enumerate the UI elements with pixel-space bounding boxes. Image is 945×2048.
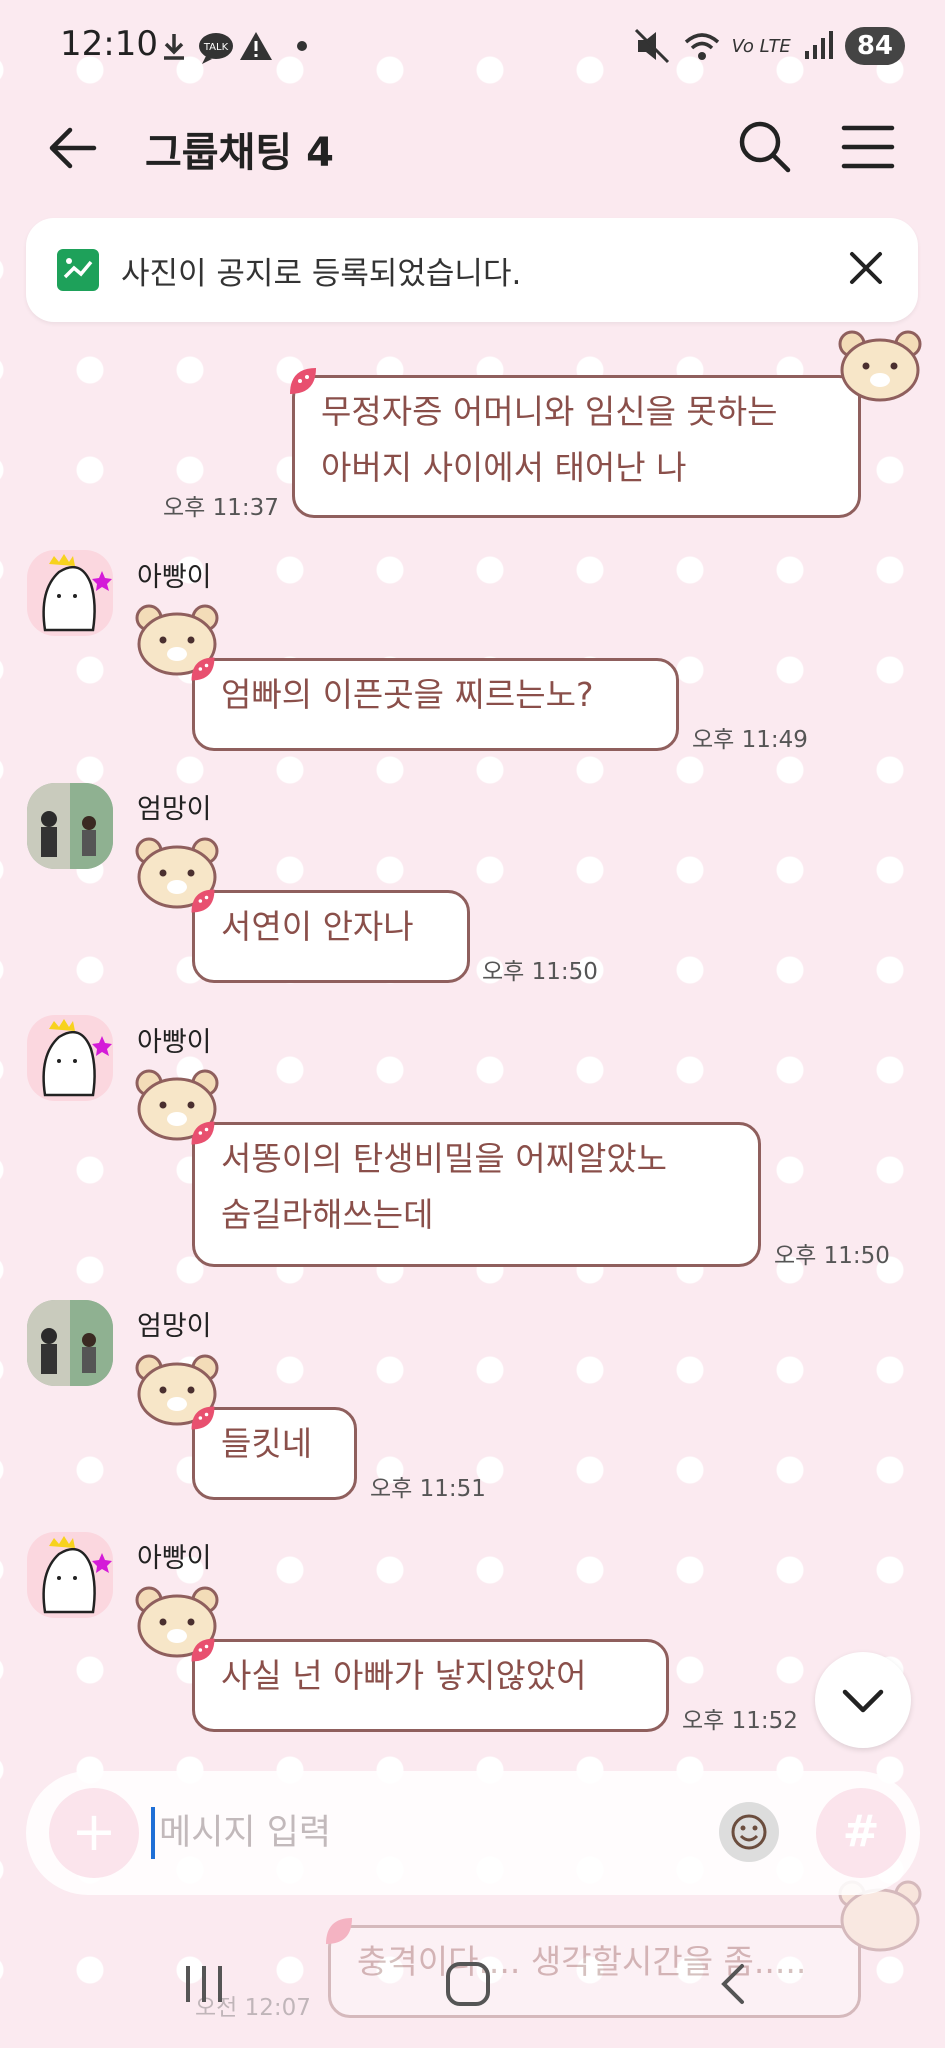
signal-icon xyxy=(804,31,833,59)
message-input-bar: + # xyxy=(26,1771,920,1895)
message-time: 오후 11:52 xyxy=(682,1708,798,1734)
photo-avatar-icon xyxy=(27,1300,113,1386)
message-line: 사실 넌 아빠가 낳지않았어 xyxy=(221,1656,587,1695)
scroll-to-bottom-button[interactable] xyxy=(815,1652,911,1748)
message-line: 숨길라해쓰는데 xyxy=(221,1195,434,1234)
mute-icon xyxy=(634,28,669,64)
volte-indicator: Vo LTE xyxy=(731,35,791,57)
message-time: 오후 11:49 xyxy=(692,727,808,753)
menu-button[interactable] xyxy=(840,122,896,176)
bear-sticker-icon xyxy=(838,330,922,402)
hashtag-button[interactable]: # xyxy=(816,1788,906,1878)
system-nav-bar xyxy=(0,1920,945,2048)
sender-name: 엄망이 xyxy=(137,1311,212,1342)
message-time: 오후 11:50 xyxy=(482,959,598,985)
status-notification-icons: TALK xyxy=(160,28,310,72)
message-time: 오후 11:51 xyxy=(370,1476,486,1502)
notice-banner[interactable]: 사진이 공지로 등록되었습니다. xyxy=(26,218,918,322)
chat-header: 그룹채팅 4 xyxy=(0,90,945,220)
message-bubble[interactable]: 서연이 안자나 xyxy=(192,890,470,983)
chat-title: 그룹채팅 4 xyxy=(145,130,334,176)
ghost-avatar-icon xyxy=(42,1019,112,1097)
sender-name: 아빵이 xyxy=(137,1543,212,1574)
ghost-avatar-icon xyxy=(42,554,112,632)
message-time: 오후 11:37 xyxy=(163,495,279,521)
notice-photo-icon xyxy=(57,249,99,291)
bubble-ribbon-icon xyxy=(191,1638,215,1662)
hamburger-menu-icon xyxy=(841,125,895,169)
message-line: 아버지 사이에서 태어난 나 xyxy=(321,448,687,487)
message-time: 오후 11:50 xyxy=(774,1243,890,1269)
search-icon xyxy=(739,121,791,173)
avatar[interactable] xyxy=(27,1532,113,1618)
download-icon: TALK xyxy=(164,32,307,64)
message-line: 무정자증 어머니와 임신을 못하는 xyxy=(321,392,778,431)
message-line: 들킷네 xyxy=(221,1424,313,1463)
ghost-avatar-icon xyxy=(42,1536,112,1614)
back-button[interactable] xyxy=(44,120,100,180)
notice-close-button[interactable] xyxy=(844,246,888,294)
avatar[interactable] xyxy=(27,783,113,869)
home-button[interactable] xyxy=(444,1960,492,2008)
bubble-ribbon-icon xyxy=(290,368,316,394)
hash-icon: # xyxy=(842,1806,880,1857)
back-arrow-icon xyxy=(49,127,97,169)
bubble-ribbon-icon xyxy=(191,657,215,681)
message-bubble[interactable]: 엄빠의 이픈곳을 찌르는노? xyxy=(192,658,679,751)
back-nav-button[interactable] xyxy=(710,1960,758,2008)
sender-name: 아빵이 xyxy=(137,1027,212,1058)
battery-indicator: 84 xyxy=(844,27,905,65)
avatar[interactable] xyxy=(27,550,113,636)
message-line: 서연이 안자나 xyxy=(221,907,414,946)
notice-text: 사진이 공지로 등록되었습니다. xyxy=(121,256,522,292)
status-bar: 12:10 TALK Vo LTE 84 xyxy=(0,0,945,90)
chevron-down-icon xyxy=(842,1689,884,1713)
sender-name: 엄망이 xyxy=(137,794,212,825)
message-input[interactable] xyxy=(151,1807,721,1859)
svg-text:TALK: TALK xyxy=(203,42,229,53)
search-button[interactable] xyxy=(736,118,794,180)
message-line: 엄빠의 이픈곳을 찌르는노? xyxy=(221,675,594,714)
emoji-button[interactable] xyxy=(719,1802,779,1862)
status-time: 12:10 xyxy=(60,24,158,64)
smiley-icon xyxy=(731,1814,767,1850)
message-line: 서똥이의 탄생비밀을 어찌알았노 xyxy=(221,1139,668,1178)
close-icon xyxy=(850,252,882,284)
bubble-ribbon-icon xyxy=(191,889,215,913)
message-bubble[interactable]: 사실 넌 아빠가 낳지않았어 xyxy=(192,1639,669,1732)
avatar[interactable] xyxy=(27,1300,113,1386)
attach-button[interactable]: + xyxy=(49,1788,139,1878)
plus-icon: + xyxy=(71,1800,117,1863)
sender-name: 아빵이 xyxy=(137,562,212,593)
bubble-ribbon-icon xyxy=(191,1121,215,1145)
bubble-ribbon-icon xyxy=(191,1406,215,1430)
avatar[interactable] xyxy=(27,1015,113,1101)
photo-avatar-icon xyxy=(27,783,113,869)
status-system-icons: Vo LTE 84 xyxy=(632,26,905,66)
message-bubble-mine[interactable]: 무정자증 어머니와 임신을 못하는 아버지 사이에서 태어난 나 xyxy=(292,375,861,518)
recent-apps-button[interactable] xyxy=(180,1962,228,2006)
wifi-icon xyxy=(684,33,719,60)
message-bubble[interactable]: 서똥이의 탄생비밀을 어찌알았노 숨길라해쓰는데 xyxy=(192,1122,761,1267)
